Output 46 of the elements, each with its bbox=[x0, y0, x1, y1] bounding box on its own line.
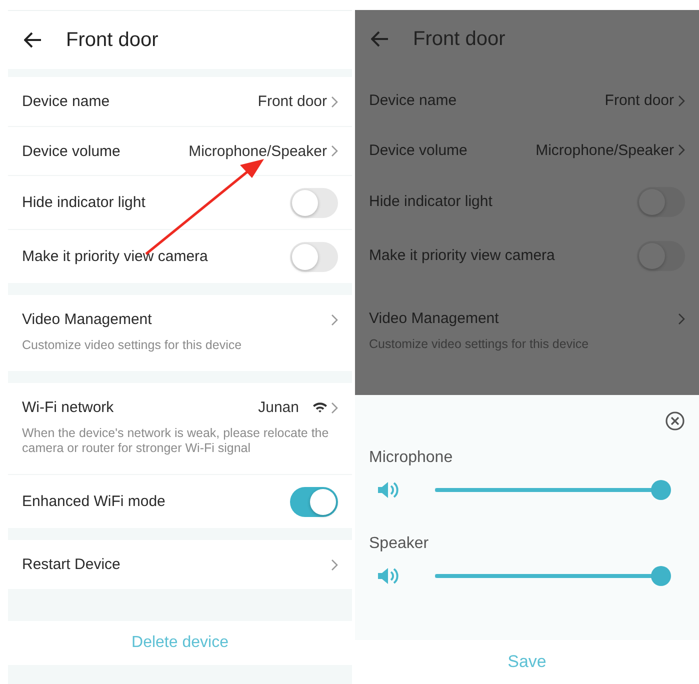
setting-label: Make it priority view camera bbox=[22, 248, 208, 265]
setting-value: Microphone/Speaker bbox=[536, 142, 674, 158]
screen-title: Front door bbox=[66, 28, 158, 52]
wifi-icon bbox=[313, 402, 327, 413]
toggle-switch[interactable] bbox=[290, 188, 338, 218]
setting-label: Make it priority view camera bbox=[369, 247, 555, 264]
setting-label: Restart Device bbox=[22, 556, 120, 573]
slider-thumb[interactable] bbox=[651, 480, 671, 500]
back-arrow-icon[interactable] bbox=[24, 32, 42, 48]
chevron-icon bbox=[331, 145, 338, 157]
setting-label: Device volume bbox=[22, 142, 120, 160]
chevron-icon bbox=[678, 312, 685, 324]
setting-label: Device volume bbox=[369, 142, 468, 158]
chevron-icon bbox=[678, 144, 685, 156]
slider-label: Speaker bbox=[369, 535, 430, 553]
setting-hint: Customize video settings for this device bbox=[22, 338, 243, 353]
setting-label: Hide indicator light bbox=[22, 194, 146, 211]
toggle-switch[interactable] bbox=[290, 242, 338, 272]
screen-title: Front door bbox=[413, 28, 506, 50]
save-button[interactable]: Save bbox=[500, 648, 554, 676]
chevron-icon bbox=[331, 96, 338, 108]
toggle-switch[interactable] bbox=[637, 186, 685, 216]
setting-value: Microphone/Speaker bbox=[188, 142, 327, 160]
setting-value: Front door bbox=[258, 93, 327, 110]
speaker-icon bbox=[377, 480, 401, 500]
close-icon[interactable] bbox=[665, 411, 685, 431]
setting-label: Video Management bbox=[22, 311, 152, 328]
setting-label: Video Management bbox=[369, 310, 499, 327]
speaker-icon bbox=[377, 566, 401, 586]
slider-label: Microphone bbox=[369, 449, 454, 467]
setting-value: Front door bbox=[604, 92, 674, 109]
chevron-icon bbox=[678, 94, 685, 106]
slider-thumb[interactable] bbox=[651, 566, 671, 586]
setting-label: Device name bbox=[369, 92, 457, 109]
setting-hint: When the device's network is weak, please relocate the camera or router for stronger Wi-Fi signal bbox=[22, 426, 330, 456]
setting-label: Enhanced WiFi mode bbox=[22, 493, 166, 510]
chevron-icon bbox=[331, 558, 338, 570]
chevron-icon bbox=[331, 402, 338, 414]
toggle-switch[interactable] bbox=[290, 486, 338, 516]
setting-label: Hide indicator light bbox=[369, 193, 492, 210]
delete-device-button[interactable]: Delete device bbox=[124, 630, 236, 656]
setting-label: Wi-Fi network bbox=[22, 399, 114, 416]
network-name: Junan bbox=[258, 399, 299, 416]
toggle-switch[interactable] bbox=[637, 240, 685, 270]
setting-label: Device name bbox=[22, 93, 110, 110]
chevron-icon bbox=[331, 314, 338, 326]
